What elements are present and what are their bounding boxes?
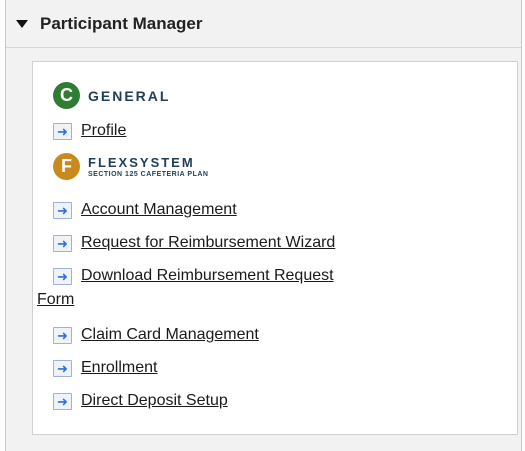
link-direct-deposit-setup-label[interactable]: Direct Deposit Setup xyxy=(81,392,228,410)
general-brand: C GENERAL xyxy=(53,82,170,109)
link-profile-label[interactable]: Profile xyxy=(81,122,126,140)
link-claim-card-management-label[interactable]: Claim Card Management xyxy=(81,326,259,344)
flexsystem-logo-icon: F xyxy=(53,153,80,180)
general-brand-name: GENERAL xyxy=(88,87,171,104)
arrow-right-icon: ➜ xyxy=(53,235,72,252)
arrow-right-icon: ➜ xyxy=(53,202,72,219)
general-logo-icon: C xyxy=(53,82,80,109)
collapse-caret-icon[interactable] xyxy=(16,19,28,28)
arrow-right-icon: ➜ xyxy=(53,360,72,377)
panel-content: C GENERAL ➜ Profile F FLEXSYSTEM SECTION… xyxy=(32,61,518,435)
link-request-reimbursement-wizard-label[interactable]: Request for Reimbursement Wizard xyxy=(81,234,335,252)
arrow-right-icon: ➜ xyxy=(53,393,72,410)
flexsystem-brand: F FLEXSYSTEM SECTION 125 CAFETERIA PLAN xyxy=(53,153,208,180)
general-logo-letter: C xyxy=(60,85,73,105)
flexsystem-logo-letter: F xyxy=(61,156,72,176)
panel-header[interactable]: Participant Manager xyxy=(6,0,521,48)
flexsystem-brand-subtitle: SECTION 125 CAFETERIA PLAN xyxy=(88,171,209,178)
link-account-management-label[interactable]: Account Management xyxy=(81,201,237,219)
link-enrollment-label[interactable]: Enrollment xyxy=(81,359,157,377)
link-download-reimbursement-form-label[interactable]: Download Reimbursement Request Form xyxy=(37,264,367,312)
arrow-right-icon: ➜ xyxy=(53,123,72,140)
flexsystem-brand-name: FLEXSYSTEM xyxy=(88,155,195,170)
arrow-right-icon: ➜ xyxy=(53,327,72,344)
participant-manager-panel: Participant Manager C GENERAL ➜ Profile … xyxy=(6,0,521,451)
panel-right-border xyxy=(521,0,522,451)
panel-title: Participant Manager xyxy=(40,13,203,33)
